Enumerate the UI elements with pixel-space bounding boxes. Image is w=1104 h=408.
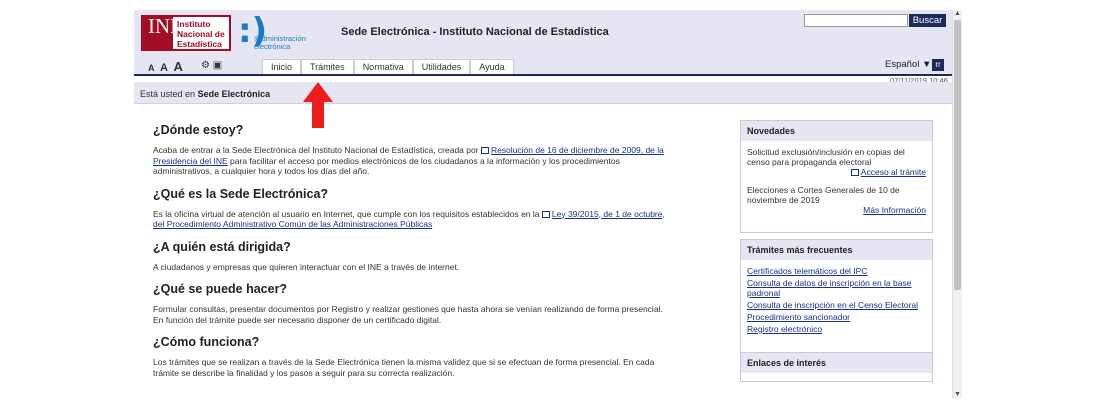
novedad-text: Elecciones a Cortes Generales de 10 de n…: [747, 185, 900, 205]
font-size-small-button[interactable]: A: [148, 63, 155, 73]
header-divider: [134, 74, 952, 76]
ine-logo-words: Instituto Nacional de Estadística: [173, 17, 229, 49]
tab-utilidades[interactable]: Utilidades: [412, 59, 471, 74]
breadcrumb: Está usted en Sede Electrónica: [134, 82, 952, 104]
search-input[interactable]: [804, 14, 908, 27]
mas-informacion-link[interactable]: Más Información: [863, 205, 926, 215]
tramite-link[interactable]: Registro electrónico: [747, 324, 926, 334]
tab-inicio[interactable]: Inicio: [262, 59, 302, 74]
main-nav: Inicio Trámites Normativa Utilidades Ayu…: [262, 59, 514, 74]
annotation-arrow-icon: [303, 82, 333, 128]
sitemap-icon[interactable]: ⚙: [201, 60, 210, 71]
scroll-down-icon[interactable]: ▼: [954, 391, 961, 398]
scroll-up-icon[interactable]: ▲: [954, 10, 961, 17]
tramites-frecuentes-box: Trámites más frecuentes Certificados tel…: [740, 239, 933, 354]
acceso-tramite-link[interactable]: Acceso al trámite: [861, 167, 926, 177]
breadcrumb-current: Sede Electrónica: [197, 89, 271, 99]
vertical-scrollbar[interactable]: ▲ ▼: [952, 10, 962, 398]
section-title-dirigida: ¿A quién está dirigida?: [153, 239, 291, 254]
search-button[interactable]: Buscar: [909, 14, 946, 27]
site-title: Sede Electrónica - Instituto Nacional de…: [341, 26, 609, 38]
tramite-link[interactable]: Consulta de datos de inscripción en la b…: [747, 278, 926, 298]
contrast-icon[interactable]: ▣: [213, 60, 222, 71]
rss-icon[interactable]: rr: [932, 59, 944, 71]
accessibility-icons: ⚙ ▣: [201, 60, 222, 71]
browser-viewport: INE Instituto Nacional de Estadística :)…: [134, 10, 962, 408]
novedad-text: Solicitud exclusión/inclusión en copias …: [747, 147, 905, 167]
font-size-controls: A A A: [148, 59, 186, 74]
main-content: ¿Dónde estoy? Acaba de entrar a la Sede …: [153, 123, 673, 388]
tramite-link[interactable]: Consulta de inscripción en el Censo Elec…: [747, 300, 926, 310]
section-text-dirigida: A ciudadanos y empresas que quieren inte…: [153, 261, 460, 272]
breadcrumb-prefix: Está usted en: [140, 89, 196, 99]
admin-logo-text: @dministración electrónica: [254, 34, 306, 51]
novedades-title: Novedades: [741, 121, 932, 141]
font-size-large-button[interactable]: A: [173, 59, 182, 74]
tramite-link[interactable]: Certificados telemáticos del IPC: [747, 266, 926, 276]
section-title-que-es: ¿Qué es la Sede Electrónica?: [153, 186, 329, 201]
tramite-link[interactable]: Procedimiento sancionador: [747, 312, 926, 322]
section-title-donde: ¿Dónde estoy?: [153, 123, 244, 137]
section-text-hacer: Formular consultas, presentar documentos…: [153, 304, 663, 325]
section-title-hacer: ¿Qué se puede hacer?: [153, 282, 288, 296]
ine-logo-mark: INE: [143, 16, 183, 49]
enlaces-title: Enlaces de interés: [741, 353, 932, 373]
scrollbar-thumb[interactable]: [954, 20, 961, 290]
language-select[interactable]: Español ▼: [885, 59, 931, 70]
novedades-box: Novedades Solicitud exclusión/inclusión …: [740, 120, 933, 233]
external-link-icon: [541, 210, 550, 218]
external-link-icon: [850, 169, 859, 177]
tab-ayuda[interactable]: Ayuda: [470, 59, 514, 74]
ine-logo[interactable]: INE Instituto Nacional de Estadística: [141, 15, 231, 51]
section-text-que-es: Es la oficina virtual de atención al usu…: [153, 208, 665, 230]
enlaces-box: Enlaces de interés: [740, 352, 933, 382]
section-text-donde: Acaba de entrar a la Sede Electrónica de…: [153, 145, 664, 176]
section-text-funciona: Los trámites que se realizan a través de…: [153, 357, 655, 378]
tramites-title: Trámites más frecuentes: [741, 240, 932, 260]
section-title-funciona: ¿Cómo funciona?: [153, 335, 260, 349]
tab-tramites[interactable]: Trámites: [301, 59, 354, 74]
site-header: INE Instituto Nacional de Estadística :)…: [134, 10, 952, 74]
external-link-icon: [480, 147, 489, 155]
font-size-medium-button[interactable]: A: [160, 62, 168, 74]
tab-normativa[interactable]: Normativa: [353, 59, 413, 74]
administracion-electronica-logo[interactable]: :) @dministración electrónica: [238, 11, 318, 55]
